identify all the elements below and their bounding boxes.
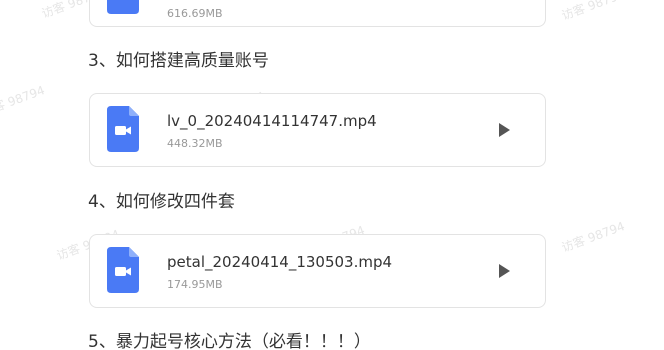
file-size: 448.32MB bbox=[167, 137, 223, 150]
video-file-icon bbox=[107, 247, 139, 293]
file-card[interactable]: lv_0_20240414114747.mp4 448.32MB bbox=[89, 93, 546, 167]
file-name: petal_20240414_130503.mp4 bbox=[167, 253, 393, 271]
file-card[interactable]: petal_20240414_130503.mp4 174.95MB bbox=[89, 234, 546, 308]
section-title: 5、暴力起号核心方法（必看！！！） bbox=[88, 332, 371, 350]
file-name: lv_0_20240414114747.mp4 bbox=[167, 112, 377, 130]
file-size: 174.95MB bbox=[167, 278, 223, 291]
play-icon[interactable] bbox=[495, 262, 513, 280]
video-file-icon bbox=[107, 0, 139, 14]
watermark: 访客 98794 bbox=[559, 0, 627, 23]
section-title: 4、如何修改四件套 bbox=[88, 192, 235, 212]
play-icon[interactable] bbox=[495, 121, 513, 139]
file-size: 616.69MB bbox=[167, 7, 223, 20]
page: 访客 98794 访客 98794 访客 98794 访客 98794 访客 9… bbox=[0, 0, 664, 350]
watermark: 访客 98794 bbox=[559, 219, 627, 255]
section-title: 3、如何搭建高质量账号 bbox=[88, 51, 269, 71]
watermark: 访客 98794 bbox=[0, 83, 47, 119]
video-file-icon bbox=[107, 106, 139, 152]
file-card[interactable]: 616.69MB bbox=[89, 0, 546, 27]
